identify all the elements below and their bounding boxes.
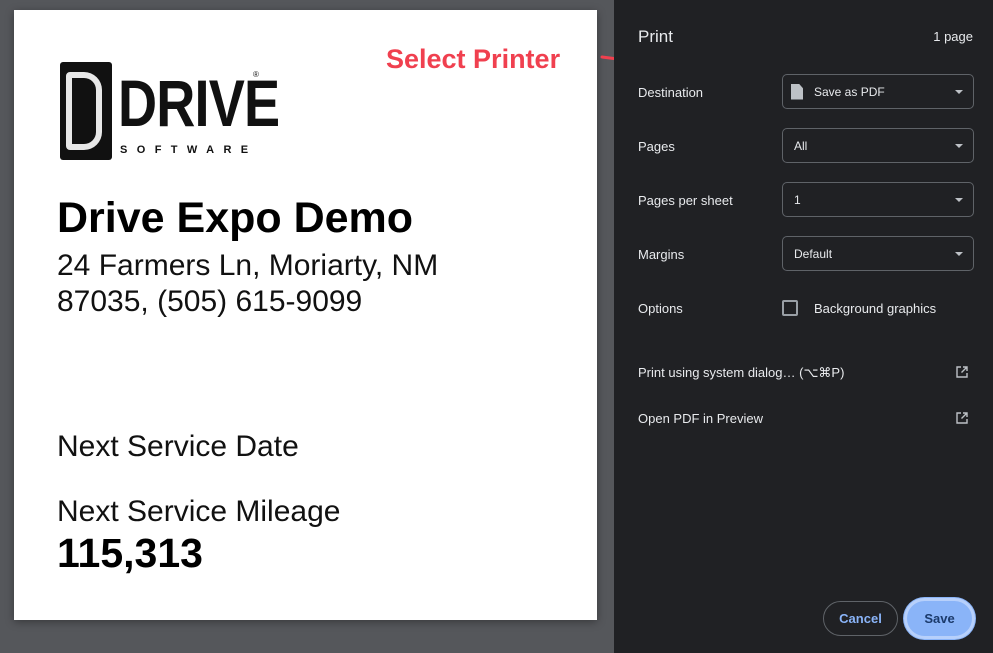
pages-select[interactable]: All — [782, 128, 974, 163]
next-service-date-label: Next Service Date — [57, 430, 299, 463]
logo-mark — [60, 62, 112, 160]
margins-label: Margins — [638, 247, 685, 262]
pages-per-sheet-label: Pages per sheet — [638, 193, 733, 208]
destination-value: Save as PDF — [814, 84, 885, 99]
logo-d-shape — [66, 72, 102, 150]
logo-registered-mark: ® — [253, 70, 259, 79]
print-system-dialog-link[interactable]: Print using system dialog… (⌥⌘P) — [638, 365, 844, 381]
print-title: Print — [638, 27, 673, 46]
margins-value: Default — [794, 246, 833, 261]
page-count: 1 page — [933, 29, 973, 44]
next-service-mileage-label: Next Service Mileage — [57, 495, 341, 528]
print-preview-area: DRIVE ® SOFTWARE Drive Expo Demo 24 Farm… — [0, 0, 614, 653]
background-graphics-checkbox[interactable] — [782, 300, 798, 316]
caret-down-icon — [955, 89, 963, 94]
annotation-select-printer: Select Printer — [386, 44, 561, 74]
open-external-icon[interactable] — [955, 365, 969, 379]
next-service-mileage-value: 115,313 — [57, 530, 203, 576]
destination-label: Destination — [638, 85, 704, 100]
preview-page: DRIVE ® SOFTWARE Drive Expo Demo 24 Farm… — [14, 10, 597, 620]
pages-per-sheet-select[interactable]: 1 — [782, 182, 974, 217]
destination-select[interactable]: Save as PDF — [782, 74, 974, 109]
save-button[interactable]: Save — [904, 598, 975, 639]
open-pdf-in-preview-link[interactable]: Open PDF in Preview — [638, 411, 763, 426]
pages-per-sheet-value: 1 — [794, 192, 801, 207]
drive-software-logo: DRIVE ® SOFTWARE — [60, 62, 280, 160]
logo-subtitle: SOFTWARE — [120, 144, 258, 156]
company-name: Drive Expo Demo — [57, 194, 414, 242]
margins-select[interactable]: Default — [782, 236, 974, 271]
open-external-icon[interactable] — [955, 411, 969, 425]
company-address: 24 Farmers Ln, Moriarty, NM 87035, (505)… — [57, 249, 439, 318]
document-icon — [791, 83, 803, 100]
options-label: Options — [638, 301, 683, 316]
background-graphics-label[interactable]: Background graphics — [814, 301, 936, 316]
cancel-button[interactable]: Cancel — [823, 601, 898, 636]
print-settings-panel: Print 1 page Destination Save as PDF Pag… — [614, 0, 993, 653]
pages-label: Pages — [638, 139, 675, 154]
caret-down-icon — [955, 143, 963, 148]
caret-down-icon — [955, 251, 963, 256]
caret-down-icon — [955, 197, 963, 202]
pages-value: All — [794, 138, 808, 153]
